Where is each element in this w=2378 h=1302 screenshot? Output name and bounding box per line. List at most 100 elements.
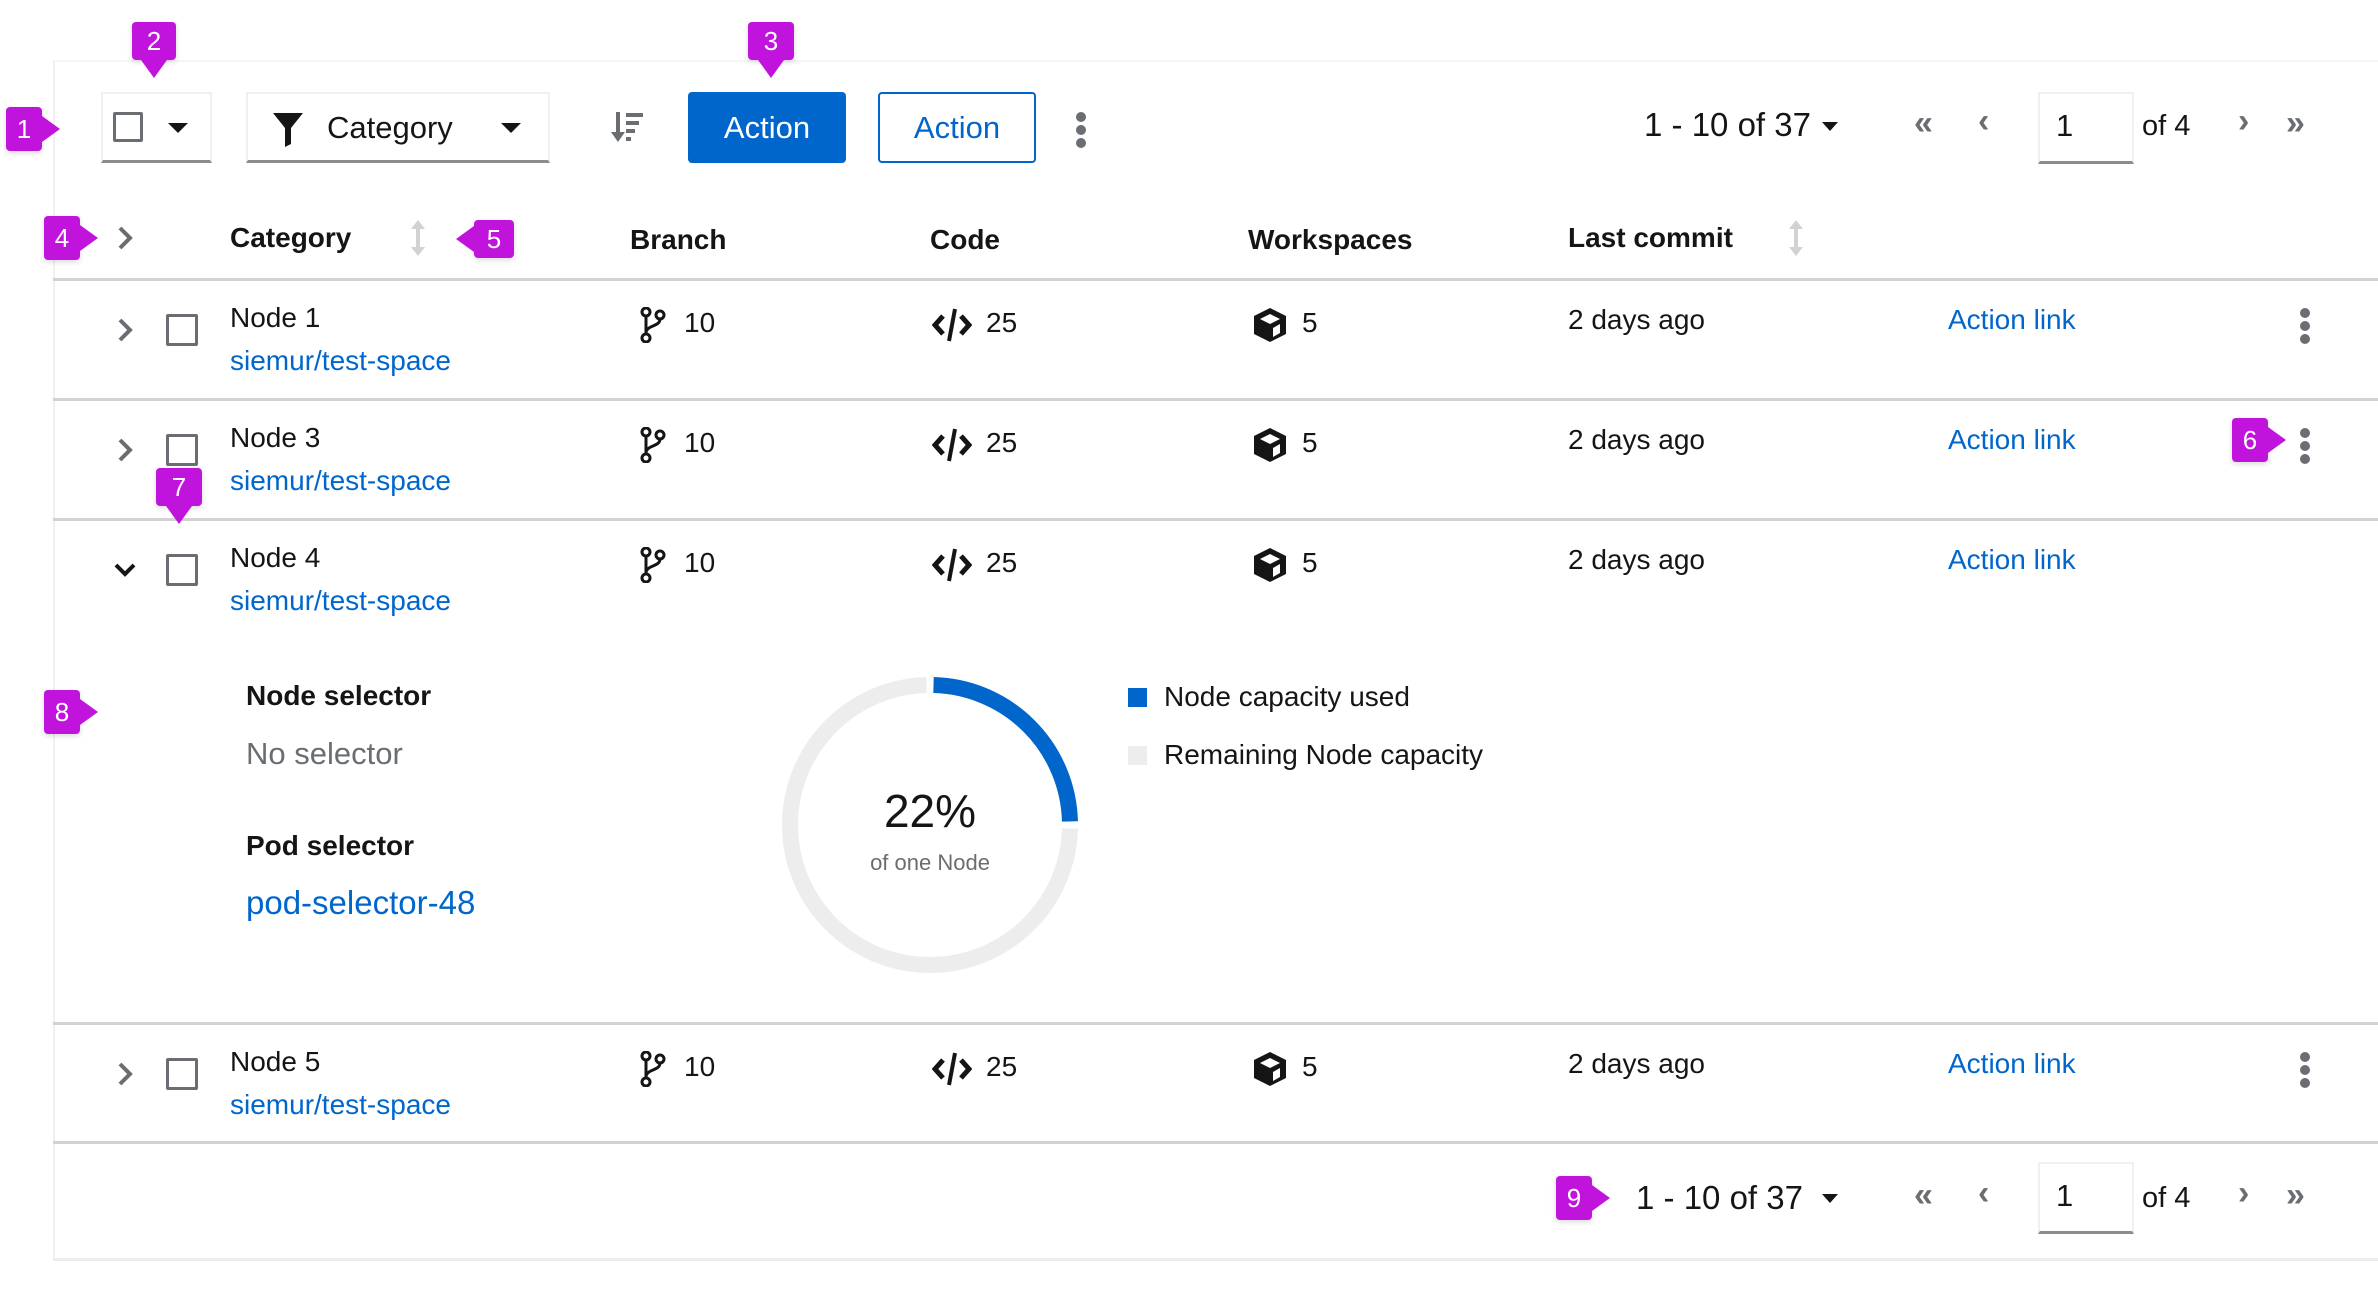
caret-down-icon[interactable] xyxy=(168,123,188,133)
angle-left-icon[interactable]: ‹ xyxy=(1978,102,1989,141)
toolbar-kebab-icon[interactable] xyxy=(1076,112,1086,151)
row-action-link[interactable]: Action link xyxy=(1948,304,2076,336)
angle-right-icon[interactable]: › xyxy=(2238,1174,2249,1213)
angle-right-icon[interactable]: › xyxy=(2238,102,2249,141)
column-header-last-commit[interactable]: Last commit xyxy=(1568,222,1733,254)
bottom-pagination-range-toggle[interactable]: 1 - 10 of 37 xyxy=(1636,1179,1803,1217)
range-start: 1 xyxy=(1636,1179,1655,1216)
secondary-action-button[interactable]: Action xyxy=(878,92,1036,163)
row-code-value: 25 xyxy=(986,307,1018,338)
bottom-page-count-label: of 4 xyxy=(2142,1182,2191,1214)
pagination-range-toggle[interactable]: 1 - 10 of 37 xyxy=(1644,106,1811,144)
page-count-label: of 4 xyxy=(2142,110,2191,142)
range-end: 10 xyxy=(1683,1179,1721,1216)
row-branches-value: 10 xyxy=(684,1051,716,1082)
row-repo-link[interactable]: siemur/test-space xyxy=(230,1089,451,1121)
callout-marker-7: 7 xyxy=(156,468,202,524)
row-action-link[interactable]: Action link xyxy=(1948,1048,2076,1080)
filter-icon xyxy=(273,113,303,147)
cube-icon xyxy=(1252,1051,1288,1092)
column-header-category[interactable]: Category xyxy=(230,222,351,254)
row-divider xyxy=(53,518,2378,521)
row-last-commit: 2 days ago xyxy=(1568,424,1705,455)
code-branch-icon xyxy=(640,426,666,468)
donut-subtitle: of one Node xyxy=(870,850,990,875)
callout-marker-1: 1 xyxy=(6,107,60,151)
caret-down-icon[interactable] xyxy=(1822,1194,1838,1203)
code-icon xyxy=(931,428,973,467)
row-select-checkbox[interactable] xyxy=(166,314,198,346)
bulk-select-dropdown[interactable] xyxy=(101,92,212,163)
angle-double-right-icon[interactable]: » xyxy=(2286,1176,2305,1215)
column-header-code: Code xyxy=(930,224,1000,255)
bottom-page-number-input[interactable]: 1 xyxy=(2038,1162,2134,1234)
sort-icon[interactable] xyxy=(410,220,426,256)
callout-marker-9: 9 xyxy=(1556,1176,1610,1220)
legend-swatch-used xyxy=(1128,688,1147,707)
callout-marker-3: 3 xyxy=(748,22,794,78)
column-header-branch: Branch xyxy=(630,224,727,255)
sort-amount-down-icon[interactable] xyxy=(611,112,645,144)
caret-down-icon[interactable] xyxy=(1822,122,1838,131)
row-last-commit: 2 days ago xyxy=(1568,544,1705,575)
chevron-right-icon[interactable] xyxy=(117,318,133,342)
row-node-name: Node 1 xyxy=(230,302,321,333)
row-workspaces-value: 5 xyxy=(1302,547,1318,578)
row-kebab-icon[interactable] xyxy=(2300,308,2310,347)
column-header-workspaces: Workspaces xyxy=(1248,224,1413,255)
chevron-right-icon[interactable] xyxy=(117,438,133,462)
row-select-checkbox[interactable] xyxy=(166,434,198,466)
callout-marker-2: 2 xyxy=(132,22,176,78)
primary-action-button[interactable]: Action xyxy=(688,92,846,163)
expand-all-chevron-icon[interactable] xyxy=(117,226,133,250)
caret-down-icon xyxy=(501,123,521,133)
row-workspaces-value: 5 xyxy=(1302,1051,1318,1082)
row-divider xyxy=(53,1141,2378,1144)
row-kebab-icon[interactable] xyxy=(2300,428,2310,467)
category-filter-select[interactable]: Category xyxy=(246,92,550,163)
chevron-right-icon[interactable] xyxy=(117,1062,133,1086)
page-number-input[interactable]: 1 xyxy=(2038,92,2134,164)
row-branches-value: 10 xyxy=(684,427,716,458)
callout-marker-8: 8 xyxy=(44,690,98,734)
angle-double-left-icon[interactable]: « xyxy=(1914,104,1933,143)
node-selector-label: Node selector xyxy=(246,680,432,711)
table-card xyxy=(53,60,2378,1261)
legend-swatch-remaining xyxy=(1128,746,1147,765)
callout-marker-6: 6 xyxy=(2232,418,2286,462)
row-select-checkbox[interactable] xyxy=(166,554,198,586)
row-code-value: 25 xyxy=(986,427,1018,458)
row-workspaces-value: 5 xyxy=(1302,427,1318,458)
row-last-commit: 2 days ago xyxy=(1568,1048,1705,1079)
cube-icon xyxy=(1252,427,1288,468)
code-icon xyxy=(931,548,973,587)
bulk-select-checkbox[interactable] xyxy=(113,112,143,142)
chevron-down-icon[interactable] xyxy=(114,562,136,578)
row-repo-link[interactable]: siemur/test-space xyxy=(230,585,451,617)
row-branches-value: 10 xyxy=(684,307,716,338)
row-node-name: Node 4 xyxy=(230,542,321,573)
legend-label-remaining: Remaining Node capacity xyxy=(1164,739,1484,770)
row-action-link[interactable]: Action link xyxy=(1948,544,2076,576)
row-code-value: 25 xyxy=(986,547,1018,578)
angle-left-icon[interactable]: ‹ xyxy=(1978,1174,1989,1213)
row-action-link[interactable]: Action link xyxy=(1948,424,2076,456)
row-select-checkbox[interactable] xyxy=(166,1058,198,1090)
row-repo-link[interactable]: siemur/test-space xyxy=(230,465,451,497)
cube-icon xyxy=(1252,547,1288,588)
range-end: 10 xyxy=(1691,106,1729,143)
row-divider xyxy=(53,1022,2378,1025)
row-last-commit: 2 days ago xyxy=(1568,304,1705,335)
row-branches-value: 10 xyxy=(684,547,716,578)
row-repo-link[interactable]: siemur/test-space xyxy=(230,345,451,377)
row-workspaces-value: 5 xyxy=(1302,307,1318,338)
range-start: 1 xyxy=(1644,106,1663,143)
angle-double-left-icon[interactable]: « xyxy=(1914,1176,1933,1215)
range-total: 37 xyxy=(1774,106,1811,143)
range-sep: - xyxy=(1662,106,1692,143)
row-kebab-icon[interactable] xyxy=(2300,1052,2310,1091)
angle-double-right-icon[interactable]: » xyxy=(2286,104,2305,143)
pod-selector-link[interactable]: pod-selector-48 xyxy=(246,884,475,922)
category-filter-label: Category xyxy=(327,110,453,145)
sort-icon[interactable] xyxy=(1788,220,1804,256)
